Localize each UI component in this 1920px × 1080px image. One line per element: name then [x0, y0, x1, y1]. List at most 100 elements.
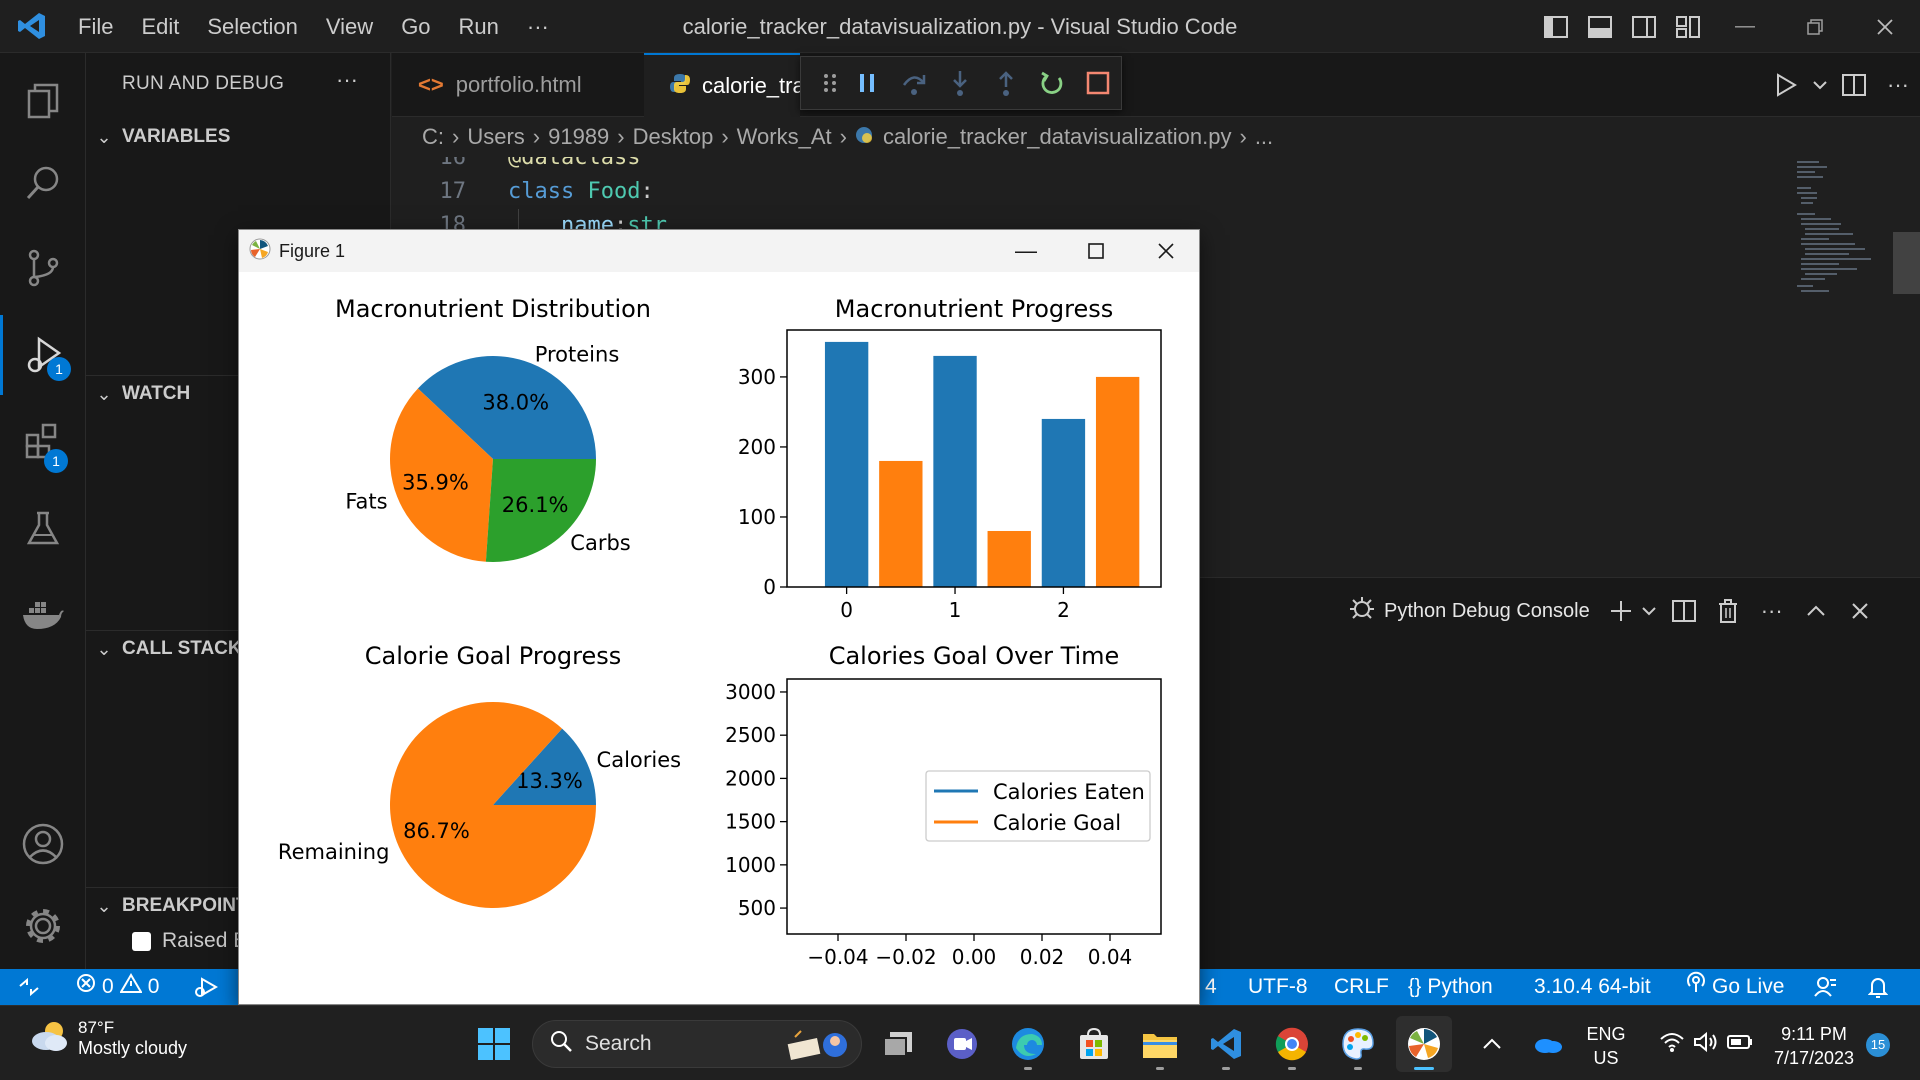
line-endings[interactable]: CRLF	[1334, 969, 1389, 1005]
pause-icon[interactable]	[844, 56, 890, 110]
run-debug-icon[interactable]: 1	[0, 315, 86, 395]
task-view-icon[interactable]	[870, 1016, 926, 1072]
variables-section-header[interactable]: ⌄ VARIABLES	[86, 119, 391, 155]
x-tick-label: −0.04	[807, 945, 868, 969]
taskbar-search-box[interactable]: Search	[532, 1020, 862, 1068]
breadcrumb-item[interactable]: Users	[467, 124, 524, 150]
teams-chat-icon[interactable]	[934, 1016, 990, 1072]
maximize-panel-chevron-up-icon[interactable]	[1794, 593, 1838, 629]
step-over-icon[interactable]	[891, 56, 937, 110]
extensions-icon[interactable]: 1	[0, 401, 86, 481]
figure-title-bar[interactable]: Figure 1 —	[239, 230, 1199, 272]
language-mode[interactable]: {} Python	[1408, 969, 1493, 1005]
indent-spaces[interactable]: 4	[1205, 969, 1217, 1005]
figure-canvas[interactable]: Macronutrient Distribution 38.0% Proteins 3…	[239, 272, 1199, 1006]
account-icon[interactable]	[0, 804, 86, 884]
menu-file[interactable]: File	[64, 0, 127, 53]
bar	[987, 530, 1031, 587]
docker-icon[interactable]	[0, 575, 86, 655]
split-panel-icon[interactable]	[1662, 593, 1706, 629]
microsoft-store-icon[interactable]	[1066, 1016, 1122, 1072]
x-tick-label: 0.00	[952, 945, 997, 969]
split-editor-icon[interactable]	[1832, 53, 1876, 117]
step-into-icon[interactable]	[937, 56, 983, 110]
bar	[1041, 418, 1086, 587]
menu-more[interactable]: ···	[513, 0, 563, 53]
menu-view[interactable]: View	[312, 0, 387, 53]
legend-label: Calorie Goal	[993, 811, 1121, 835]
settings-gear-icon[interactable]	[0, 886, 86, 966]
python-interpreter[interactable]: 3.10.4 64-bit	[1534, 969, 1651, 1005]
chart-title: Calories Goal Over Time	[829, 642, 1120, 670]
y-tick-label: 300	[738, 365, 776, 389]
problems-indicator[interactable]: 0 0	[76, 969, 159, 1005]
tab-portfolio-html[interactable]: <> portfolio.html	[392, 53, 644, 117]
notification-count-badge[interactable]: 15	[1866, 1033, 1890, 1057]
step-out-icon[interactable]	[983, 56, 1029, 110]
menu-go[interactable]: Go	[387, 0, 444, 53]
source-control-icon[interactable]	[0, 228, 86, 308]
explorer-icon[interactable]	[0, 61, 86, 141]
breadcrumb-item[interactable]: Desktop	[633, 124, 714, 150]
testing-flask-icon[interactable]	[0, 489, 86, 569]
toggle-panel-icon[interactable]	[1578, 0, 1622, 53]
sidebar-more-button[interactable]: ···	[336, 67, 358, 93]
raised-exceptions-checkbox[interactable]	[132, 931, 151, 951]
search-placeholder: Search	[585, 1032, 652, 1055]
breadcrumb-item[interactable]: Works_At	[737, 124, 832, 150]
minimap[interactable]	[1793, 157, 1888, 307]
input-language[interactable]: ENG US	[1578, 1022, 1634, 1070]
chrome-browser-icon[interactable]	[1264, 1016, 1320, 1072]
breadcrumb-item[interactable]: 91989	[548, 124, 609, 150]
chevron-down-icon[interactable]	[1808, 53, 1832, 117]
stop-icon[interactable]	[1075, 56, 1121, 110]
chevron-down-icon[interactable]	[1636, 593, 1662, 629]
drag-handle-icon[interactable]	[815, 56, 844, 110]
weather-widget[interactable]: 87°F Mostly cloudy	[28, 1018, 187, 1059]
panel-more-icon[interactable]: ···	[1750, 593, 1794, 629]
onedrive-cloud-icon[interactable]	[1520, 1016, 1576, 1072]
remote-indicator-icon[interactable]	[18, 969, 40, 1005]
toggle-secondary-sidebar-icon[interactable]	[1622, 0, 1666, 53]
more-actions-icon[interactable]: ···	[1876, 53, 1920, 117]
figure-close-icon[interactable]	[1131, 230, 1201, 272]
cloudy-weather-icon	[28, 1019, 70, 1058]
show-hidden-icons-chevron-up-icon[interactable]	[1472, 1016, 1512, 1072]
edge-browser-icon[interactable]	[1000, 1016, 1056, 1072]
menu-edit[interactable]: Edit	[127, 0, 193, 53]
search-icon[interactable]	[0, 143, 86, 223]
file-explorer-icon[interactable]	[1132, 1016, 1188, 1072]
figure-minimize-icon[interactable]: —	[991, 230, 1061, 272]
menu-run[interactable]: Run	[445, 0, 513, 53]
restore-icon[interactable]	[1780, 0, 1850, 53]
close-panel-icon[interactable]	[1838, 593, 1882, 629]
go-live-button[interactable]: Go Live	[1686, 969, 1784, 1005]
vscode-taskbar-icon[interactable]	[1198, 1016, 1254, 1072]
breadcrumb-symbol[interactable]: ...	[1255, 124, 1273, 150]
clock[interactable]: 9:11 PM 7/17/2023	[1764, 1022, 1864, 1070]
figure-maximize-icon[interactable]	[1061, 230, 1131, 272]
customize-layout-icon[interactable]	[1666, 0, 1710, 53]
breadcrumb-item[interactable]: C:	[422, 124, 444, 150]
figure-title: Figure 1	[279, 240, 346, 261]
matplotlib-python-taskbar-icon[interactable]	[1396, 1016, 1452, 1072]
breadcrumb-file[interactable]: calorie_tracker_datavisualization.py	[883, 124, 1232, 150]
run-python-file-icon[interactable]	[1764, 53, 1808, 117]
close-icon[interactable]	[1850, 0, 1920, 53]
feedback-icon[interactable]	[1814, 969, 1838, 1005]
toggle-primary-sidebar-icon[interactable]	[1534, 0, 1578, 53]
start-button-windows-icon[interactable]	[466, 1016, 522, 1072]
new-terminal-plus-icon[interactable]	[1606, 593, 1636, 629]
panel-title[interactable]: Python Debug Console	[1384, 600, 1590, 623]
notifications-bell-icon[interactable]	[1868, 969, 1888, 1005]
editor-scrollbar[interactable]	[1893, 232, 1920, 294]
encoding[interactable]: UTF-8	[1248, 969, 1308, 1005]
debug-status-icon[interactable]	[194, 969, 218, 1005]
quick-settings-tray[interactable]	[1648, 1016, 1764, 1072]
tab-calorie-tracker[interactable]: calorie_tracker_datavisualization.py	[644, 53, 800, 117]
restart-icon[interactable]	[1029, 56, 1075, 110]
menu-selection[interactable]: Selection	[193, 0, 312, 53]
paint-app-icon[interactable]	[1330, 1016, 1386, 1072]
trash-icon[interactable]	[1706, 593, 1750, 629]
minimize-icon[interactable]: —	[1710, 0, 1780, 53]
